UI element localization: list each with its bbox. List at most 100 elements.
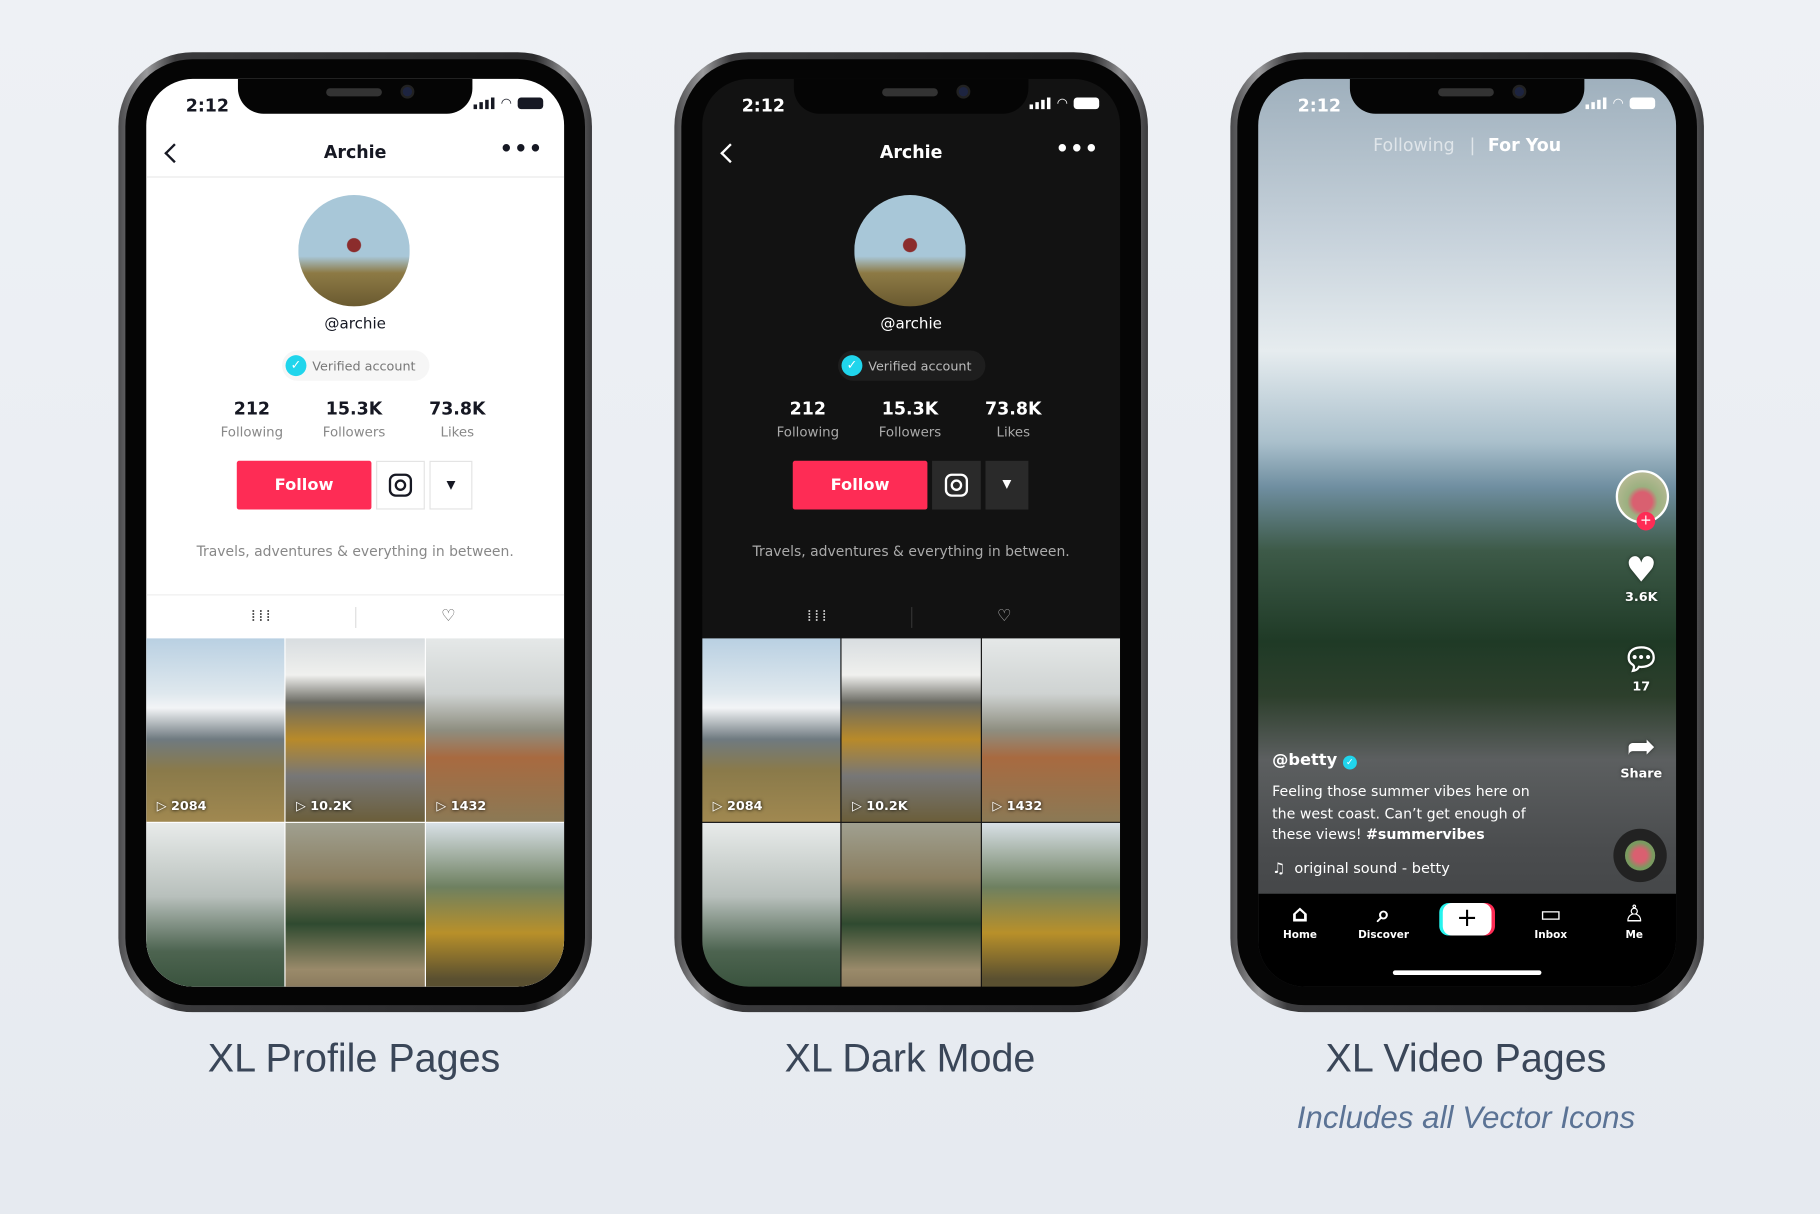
share-icon: ➦ <box>1626 726 1656 768</box>
verified-label: Verified account <box>868 358 972 374</box>
video-thumbnail[interactable] <box>425 822 565 987</box>
camera-icon <box>956 84 971 99</box>
battery-icon <box>1073 97 1100 110</box>
stat-followers[interactable]: 15.3K Followers <box>859 398 961 440</box>
status-icons: ◠ <box>1030 96 1100 110</box>
sound-disc[interactable] <box>1613 828 1667 883</box>
verified-badge: ✓ Verified account <box>838 350 986 381</box>
play-count: ▷ 2084 <box>156 798 207 814</box>
status-icons: ◠ <box>1585 95 1656 111</box>
status-time: 2:12 <box>741 95 786 117</box>
caption-video: XL Video Pages <box>1325 1036 1607 1081</box>
bio: Travels, adventures & everything in betw… <box>196 543 514 560</box>
stat-value: 73.8K <box>985 398 1042 420</box>
tab-liked-heart-icon[interactable]: ♡ <box>997 607 1012 626</box>
profile-header: Archie ••• <box>702 135 1121 178</box>
plus-icon: + <box>1456 904 1478 934</box>
follow-button[interactable]: Follow <box>792 460 928 510</box>
tab-videos-grid-icon[interactable]: ⁞⁞⁞ <box>807 607 829 626</box>
instagram-button[interactable] <box>376 460 425 510</box>
video-thumbnail[interactable]: ▷ 1432 <box>425 638 565 822</box>
stat-value: 15.3K <box>881 398 939 420</box>
home-icon: ⌂ <box>1291 899 1309 928</box>
dropdown-button[interactable]: ▼ <box>985 460 1029 510</box>
video-grid: ▷ 2084 ▷ 10.2K ▷ 1432 <box>702 638 1121 987</box>
video-thumbnail[interactable] <box>702 822 841 987</box>
status-icons: ◠ <box>474 96 544 110</box>
like-button[interactable]: ♥ 3.6K <box>1613 552 1669 605</box>
profile-tabs: ⁞⁞⁞ ♡ <box>702 594 1121 638</box>
tab-videos-grid-icon[interactable]: ⁞⁞⁞ <box>251 607 273 626</box>
avatar <box>298 194 410 307</box>
profile-screen: 2:12 ◠ Archie ••• @archie ✓ Verified acco… <box>146 78 565 987</box>
caret-down-icon: ▼ <box>1002 478 1012 491</box>
video-thumbnail[interactable] <box>981 822 1121 987</box>
tab-for-you[interactable]: For You <box>1488 135 1561 156</box>
stat-followers[interactable]: 15.3K Followers <box>303 398 405 440</box>
caption-video-sub: Includes all Vector Icons <box>1296 1100 1636 1136</box>
plus-icon[interactable]: + <box>1636 511 1656 531</box>
sound-info[interactable]: ♫ original sound - betty <box>1272 858 1551 879</box>
stat-following[interactable]: 212 Following <box>201 398 303 440</box>
signal-icon <box>1585 97 1607 110</box>
nav-discover[interactable]: ⌕ Discover <box>1349 901 1419 942</box>
wifi-icon: ◠ <box>1612 95 1624 111</box>
more-options-icon[interactable]: ••• <box>1056 139 1100 160</box>
create-button[interactable]: + <box>1442 903 1492 936</box>
video-thumbnail[interactable] <box>841 822 981 987</box>
stat-label: Followers <box>878 423 942 440</box>
video-thumbnail[interactable]: ▷ 10.2K <box>841 638 981 822</box>
tab-following[interactable]: Following <box>1373 135 1455 156</box>
comment-icon: 💬︎ <box>1622 643 1661 678</box>
phone-profile-dark: 2:12 ◠ Archie ••• @archie ✓ Verified acco… <box>674 52 1148 1013</box>
nav-home[interactable]: ⌂ Home <box>1265 901 1335 942</box>
signal-icon <box>474 97 495 110</box>
camera-icon <box>400 84 415 99</box>
more-options-icon[interactable]: ••• <box>500 139 544 160</box>
stat-value: 212 <box>789 398 827 420</box>
video-thumbnail[interactable]: ▷ 1432 <box>981 638 1121 822</box>
profile-screen: 2:12 ◠ Archie ••• @archie ✓ Verified acco… <box>702 78 1121 987</box>
video-grid: ▷ 2084 ▷ 10.2K ▷ 1432 <box>146 638 565 987</box>
hashtag[interactable]: #summervibes <box>1366 826 1485 842</box>
video-thumbnail[interactable]: ▷ 10.2K <box>285 638 425 822</box>
video-thumbnail[interactable]: ▷ 2084 <box>702 638 841 822</box>
stat-following[interactable]: 212 Following <box>757 398 859 440</box>
music-note-icon: ♫ <box>1272 858 1286 877</box>
battery-icon <box>1629 97 1656 110</box>
caption-profile: XL Profile Pages <box>207 1036 501 1081</box>
play-count: ▷ 10.2K <box>851 798 908 814</box>
like-count: 3.6K <box>1624 589 1658 605</box>
instagram-button[interactable] <box>932 460 981 510</box>
video-thumbnail[interactable] <box>285 822 425 987</box>
status-time: 2:12 <box>185 95 230 117</box>
stat-likes: 73.8K Likes <box>962 398 1064 440</box>
play-count: ▷ 1432 <box>992 798 1043 814</box>
stat-value: 15.3K <box>325 398 383 420</box>
follow-button[interactable]: Follow <box>236 460 372 510</box>
notch <box>793 78 1029 114</box>
share-button[interactable]: ➦ Share <box>1613 726 1669 782</box>
creator-avatar[interactable]: + <box>1615 470 1670 531</box>
author[interactable]: @betty ✓ <box>1272 750 1551 771</box>
status-time: 2:12 <box>1297 95 1341 117</box>
profile-header: Archie ••• <box>146 135 565 178</box>
stat-value: 73.8K <box>429 398 486 420</box>
share-label: Share <box>1620 766 1663 782</box>
home-indicator <box>1392 970 1542 975</box>
person-icon: ♙ <box>1623 899 1645 928</box>
bottom-nav: ⌂ Home ⌕ Discover + ▭ Inbox ♙ Me <box>1258 893 1677 987</box>
stat-label: Following <box>220 423 284 440</box>
tab-liked-heart-icon[interactable]: ♡ <box>441 607 456 626</box>
stat-label: Likes <box>996 423 1031 440</box>
verified-badge: ✓ Verified account <box>282 350 430 381</box>
video-thumbnail[interactable]: ▷ 2084 <box>146 638 285 822</box>
dropdown-button[interactable]: ▼ <box>429 460 473 510</box>
comment-count: 17 <box>1632 679 1651 695</box>
stat-label: Likes <box>440 423 475 440</box>
search-icon: ⌕ <box>1377 899 1391 928</box>
nav-inbox[interactable]: ▭ Inbox <box>1516 901 1586 942</box>
video-thumbnail[interactable] <box>146 822 285 987</box>
nav-me[interactable]: ♙ Me <box>1599 901 1669 942</box>
comment-button[interactable]: 💬︎ 17 <box>1613 642 1669 694</box>
